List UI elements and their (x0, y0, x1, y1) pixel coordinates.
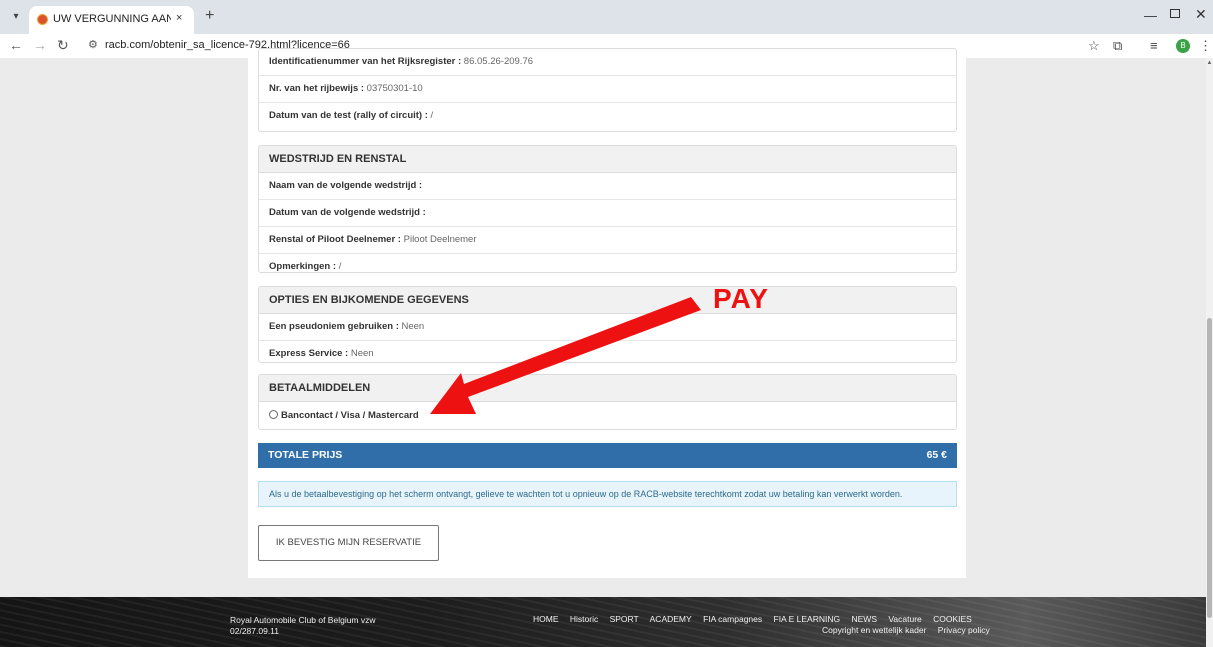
footer-link-vacature[interactable]: Vacature (888, 614, 921, 624)
footer-link-home[interactable]: HOME (533, 614, 559, 624)
footer-link-copyright[interactable]: Copyright en wettelijk kader (822, 625, 926, 635)
pay-annotation-label: PAY (713, 283, 769, 314)
footer-link-historic[interactable]: Historic (570, 614, 598, 624)
site-footer: Royal Automobile Club of Belgium vzw 02/… (0, 597, 1206, 647)
footer-nav: HOME Historic SPORT ACADEMY FIA campagne… (533, 614, 981, 624)
footer-link-sport[interactable]: SPORT (610, 614, 639, 624)
footer-link-cookies[interactable]: COOKIES (933, 614, 972, 624)
scroll-thumb[interactable] (1207, 318, 1212, 618)
footer-link-news[interactable]: NEWS (851, 614, 877, 624)
footer-link-fia-campagnes[interactable]: FIA campagnes (703, 614, 762, 624)
footer-link-privacy[interactable]: Privacy policy (938, 625, 990, 635)
footer-link-fia-elearning[interactable]: FIA E LEARNING (774, 614, 841, 624)
page-scrollbar[interactable]: ▲ (1206, 58, 1213, 647)
footer-link-academy[interactable]: ACADEMY (650, 614, 692, 624)
red-arrow-icon (430, 297, 701, 414)
footer-org-name: Royal Automobile Club of Belgium vzw (230, 615, 376, 625)
pay-arrow-annotation (430, 297, 701, 414)
scroll-up-icon[interactable]: ▲ (1206, 60, 1213, 66)
footer-phone: 02/287.09.11 (230, 626, 279, 636)
footer-legal: Copyright en wettelijk kader Privacy pol… (822, 625, 999, 635)
